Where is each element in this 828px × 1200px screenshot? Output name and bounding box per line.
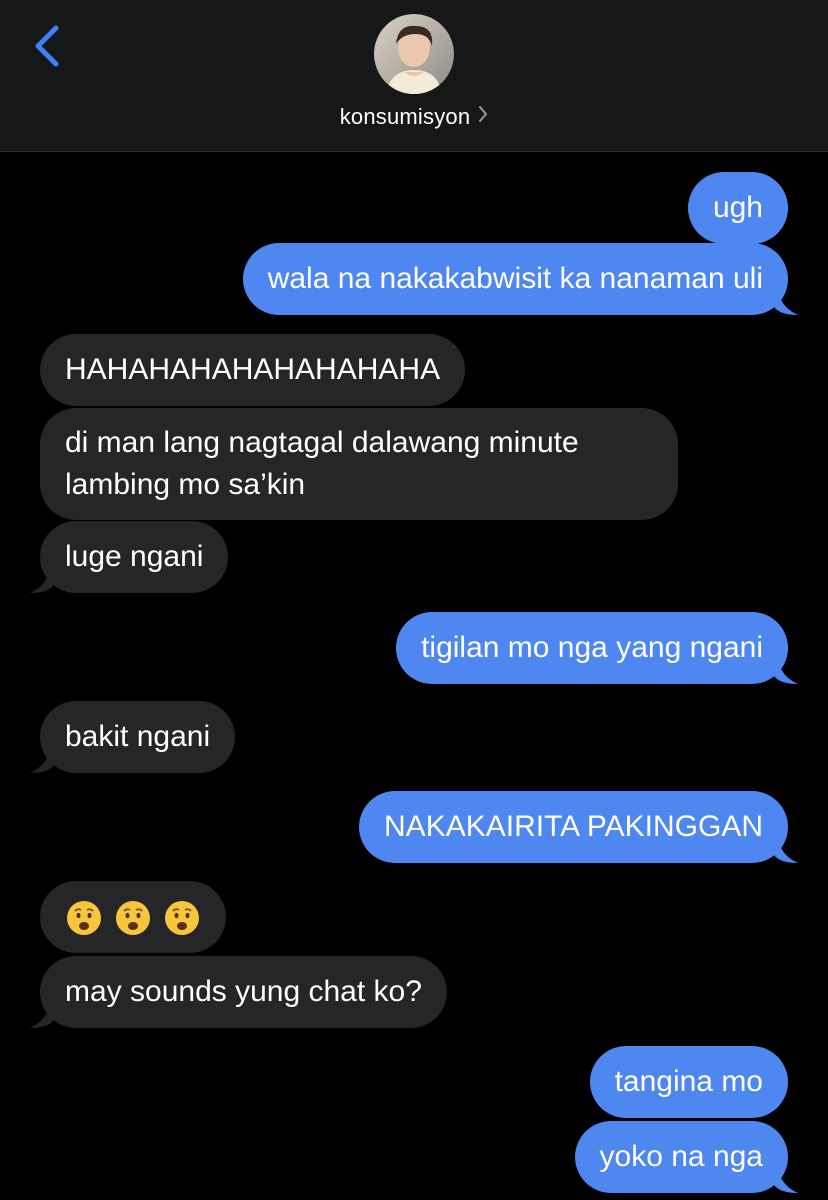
sent-message-bubble[interactable]: yoko na nga bbox=[574, 1121, 798, 1193]
sent-message-bubble[interactable]: ugh bbox=[687, 172, 788, 244]
contact-name-button[interactable]: konsumisyon bbox=[0, 104, 828, 131]
message-text: NAKAKAIRITA PAKINGGAN bbox=[384, 810, 763, 843]
anguished-face-icon bbox=[66, 900, 102, 936]
message-text: ugh bbox=[712, 191, 763, 224]
message-text: di man lang nagtagal dalawang minute lam… bbox=[65, 426, 579, 501]
message-text: yoko na nga bbox=[599, 1140, 763, 1173]
anguished-face-icon bbox=[164, 900, 200, 936]
chevron-right-icon bbox=[478, 103, 488, 129]
bubble-tail bbox=[30, 747, 54, 773]
message-thread: ugh wala na nakakabwisit ka nanaman uli … bbox=[0, 152, 828, 1200]
received-message-bubble[interactable]: di man lang nagtagal dalawang minute lam… bbox=[40, 408, 678, 520]
message-text: tigilan mo nga yang ngani bbox=[421, 631, 763, 664]
message-text: luge ngani bbox=[65, 540, 204, 573]
message-text: may sounds yung chat ko? bbox=[65, 975, 422, 1008]
message-text: HAHAHAHAHAHAHAHAHA bbox=[65, 353, 441, 386]
received-message-bubble[interactable]: bakit ngani bbox=[30, 701, 236, 773]
bubble-tail bbox=[774, 1167, 798, 1193]
contact-name: konsumisyon bbox=[339, 104, 471, 129]
contact-avatar[interactable] bbox=[374, 14, 454, 94]
sent-message-bubble[interactable]: wala na nakakabwisit ka nanaman uli bbox=[242, 243, 798, 315]
bubble-tail bbox=[774, 658, 798, 684]
avatar-image bbox=[374, 14, 454, 94]
received-message-bubble[interactable]: luge ngani bbox=[30, 521, 229, 593]
message-text: bakit ngani bbox=[65, 720, 211, 753]
back-button[interactable] bbox=[28, 22, 68, 72]
received-emoji-bubble[interactable] bbox=[40, 881, 226, 953]
sent-message-bubble[interactable]: tangina mo bbox=[589, 1046, 788, 1118]
bubble-tail bbox=[30, 1002, 54, 1028]
conversation-header: konsumisyon bbox=[0, 0, 828, 152]
bubble-tail bbox=[30, 567, 54, 593]
sent-message-bubble[interactable]: NAKAKAIRITA PAKINGGAN bbox=[359, 791, 798, 863]
message-text: tangina mo bbox=[614, 1065, 763, 1098]
anguished-face-icon bbox=[115, 900, 151, 936]
chevron-left-icon bbox=[35, 25, 59, 67]
sent-message-bubble[interactable]: tigilan mo nga yang ngani bbox=[396, 612, 798, 684]
received-message-bubble[interactable]: HAHAHAHAHAHAHAHAHA bbox=[40, 334, 466, 406]
bubble-tail bbox=[774, 837, 798, 863]
message-text: wala na nakakabwisit ka nanaman uli bbox=[267, 262, 763, 295]
received-message-bubble[interactable]: may sounds yung chat ko? bbox=[30, 956, 447, 1028]
bubble-tail bbox=[774, 289, 798, 315]
